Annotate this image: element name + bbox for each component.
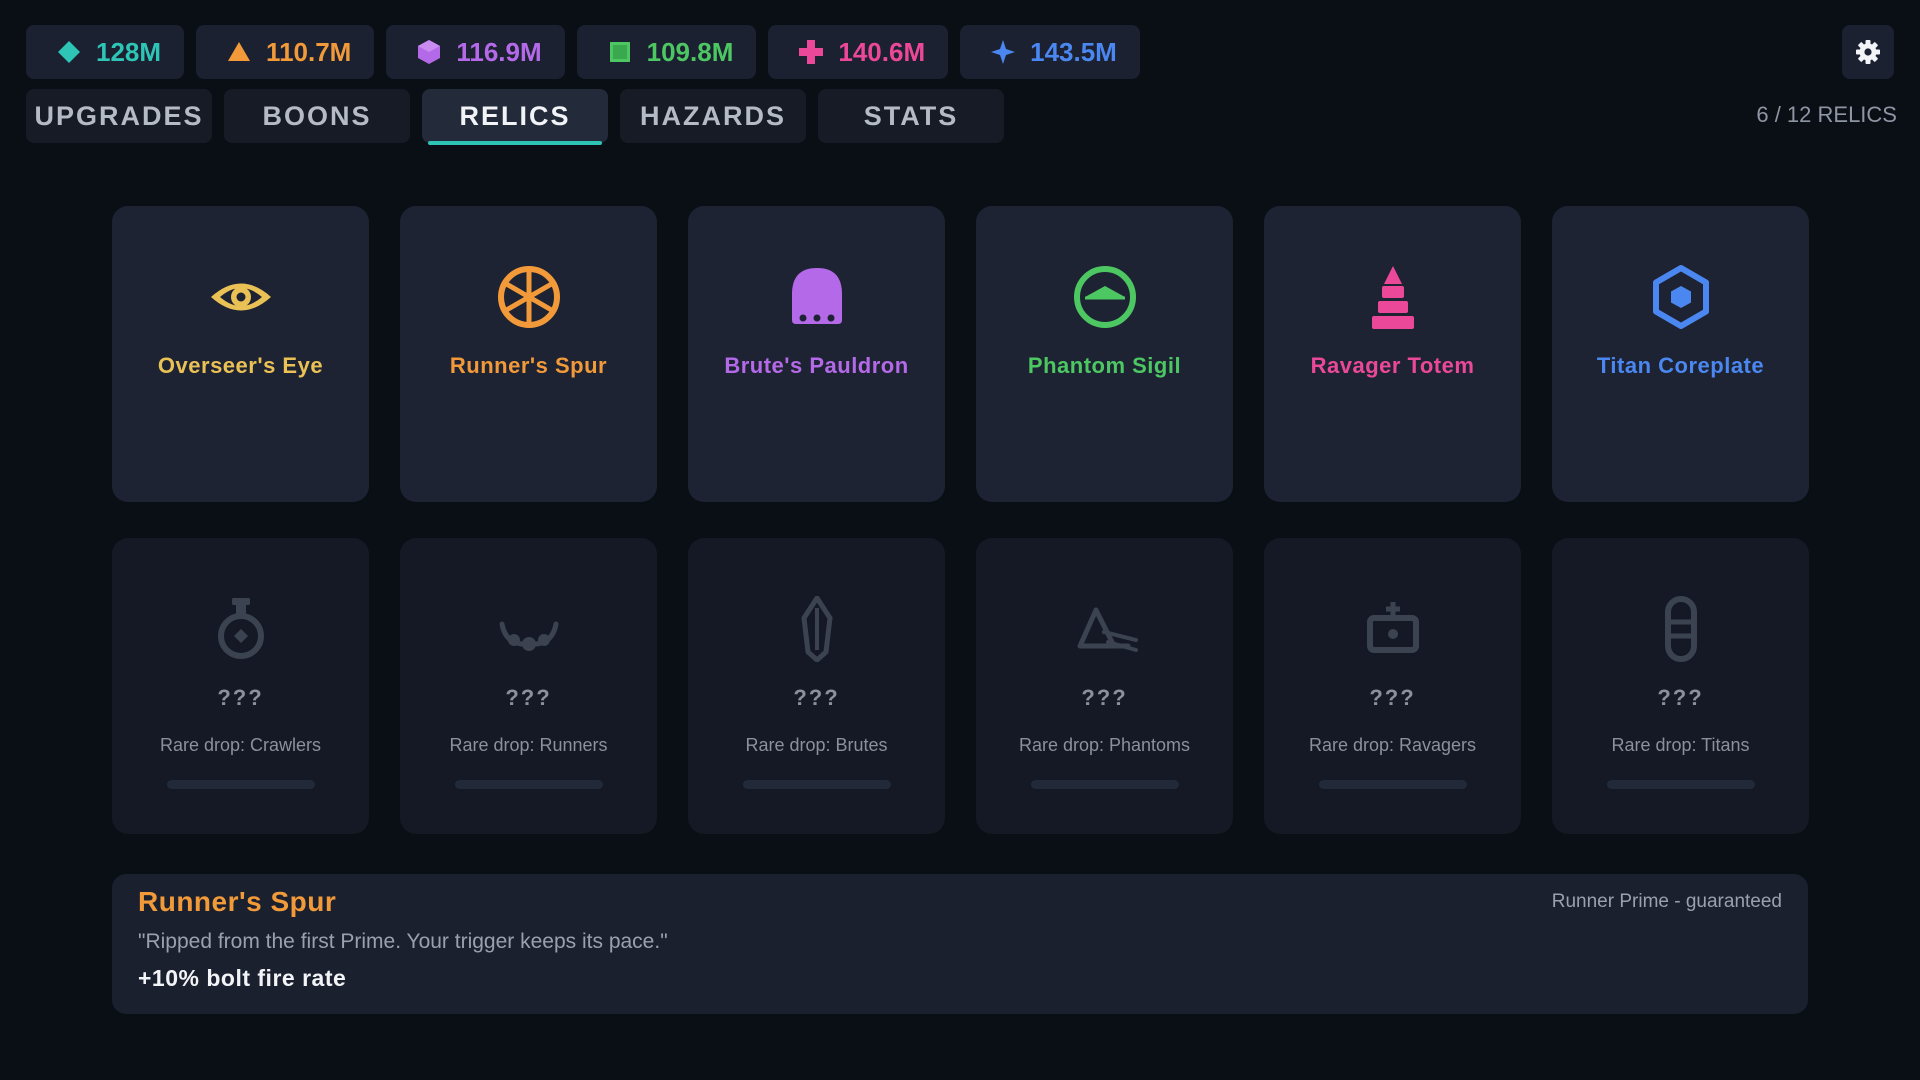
compass-icon — [1072, 596, 1138, 662]
blue-star-icon — [990, 39, 1016, 65]
progress-bar — [454, 780, 603, 789]
relic-hint: Rare drop: Titans — [1611, 735, 1750, 755]
relic-card-overseers-eye[interactable]: Overseer's Eye — [112, 206, 369, 502]
hexagon-core-icon — [1648, 264, 1714, 330]
resource-value: 140.6M — [838, 36, 926, 67]
relic-card-ravager-totem[interactable]: Ravager Totem — [1264, 206, 1521, 502]
purple-hexagon-icon — [416, 39, 442, 65]
crystal-icon — [784, 595, 850, 663]
tab-bar: UPGRADES BOONS RELICS HAZARDS STATS — [26, 89, 1004, 145]
relic-card-locked-phantoms[interactable]: ??? Rare drop: Phantoms — [976, 538, 1233, 834]
capsule-icon — [1648, 596, 1714, 662]
tab-relics[interactable]: RELICS — [422, 89, 608, 145]
resource-purple: 116.9M — [386, 25, 565, 79]
progress-bar — [1318, 780, 1467, 789]
gear-icon — [1854, 38, 1882, 66]
relic-card-runners-spur[interactable]: Runner's Spur — [400, 206, 657, 502]
necklace-icon — [496, 596, 562, 662]
box-icon — [1360, 596, 1426, 662]
relic-name: Runner's Spur — [449, 353, 608, 378]
relic-name: ??? — [1657, 685, 1704, 710]
relic-hint: Rare drop: Crawlers — [159, 735, 322, 755]
resource-value: 116.9M — [456, 36, 542, 67]
relic-card-titan-coreplate[interactable]: Titan Coreplate — [1552, 206, 1809, 502]
orange-triangle-icon — [226, 39, 252, 65]
relic-card-locked-crawlers[interactable]: ??? Rare drop: Crawlers — [112, 538, 369, 834]
tab-hazards[interactable]: HAZARDS — [620, 89, 806, 143]
relic-hint: Rare drop: Phantoms — [1018, 735, 1191, 755]
relic-card-phantom-sigil[interactable]: Phantom Sigil — [976, 206, 1233, 502]
relic-name: Phantom Sigil — [1027, 353, 1182, 378]
tab-upgrades[interactable]: UPGRADES — [26, 89, 212, 143]
progress-bar — [1030, 780, 1179, 789]
pauldron-icon — [784, 264, 850, 330]
relic-name: ??? — [1369, 685, 1416, 710]
resource-bar: 128M 110.7M 116.9M 109.8M 140.6M 143.5M — [26, 25, 1140, 79]
relic-count: 6 / 12 RELICS — [1756, 102, 1897, 127]
settings-button[interactable] — [1842, 25, 1894, 79]
sigil-icon — [1072, 264, 1138, 330]
resource-green: 109.8M — [576, 25, 757, 79]
flask-icon — [208, 596, 274, 662]
detail-title: Runner's Spur — [138, 886, 337, 917]
resource-blue: 143.5M — [960, 25, 1140, 79]
detail-quote: "Ripped from the first Prime. Your trigg… — [138, 930, 668, 953]
relic-hint: Rare drop: Ravagers — [1308, 735, 1477, 755]
relic-name: Ravager Totem — [1310, 353, 1475, 378]
relic-hint: Rare drop: Brutes — [745, 735, 888, 755]
detail-effect: +10% bolt fire rate — [138, 965, 347, 991]
teal-diamond-icon — [56, 39, 82, 65]
resource-value: 128M — [96, 36, 162, 67]
relic-grid: Overseer's Eye Runner's Spur Brute's Pau… — [112, 206, 1809, 834]
pink-cross-icon — [798, 39, 824, 65]
relic-card-locked-brutes[interactable]: ??? Rare drop: Brutes — [688, 538, 945, 834]
progress-bar — [166, 780, 315, 789]
relic-card-brutes-pauldron[interactable]: Brute's Pauldron — [688, 206, 945, 502]
relic-card-locked-titans[interactable]: ??? Rare drop: Titans — [1552, 538, 1809, 834]
relic-name: Overseer's Eye — [157, 353, 324, 378]
relic-name: ??? — [793, 685, 840, 710]
relic-name: Titan Coreplate — [1596, 353, 1765, 378]
relic-name: ??? — [217, 685, 264, 710]
progress-bar — [1606, 780, 1755, 789]
tab-boons[interactable]: BOONS — [224, 89, 410, 143]
eye-icon — [208, 264, 274, 330]
resource-pink: 140.6M — [768, 25, 949, 79]
progress-bar — [742, 780, 891, 789]
resource-value: 109.8M — [646, 36, 734, 67]
resource-orange: 110.7M — [196, 25, 375, 79]
relic-name: ??? — [505, 685, 552, 710]
relic-card-locked-runners[interactable]: ??? Rare drop: Runners — [400, 538, 657, 834]
totem-icon — [1360, 264, 1426, 330]
green-square-icon — [607, 39, 633, 65]
tab-stats[interactable]: STATS — [818, 89, 1004, 143]
resource-value: 110.7M — [266, 36, 352, 67]
wheel-icon — [496, 264, 562, 330]
resource-value: 143.5M — [1030, 36, 1117, 67]
resource-teal: 128M — [26, 25, 185, 79]
relic-name: ??? — [1081, 685, 1128, 710]
relic-detail-panel: Runner's Spur Runner Prime - guaranteed … — [112, 874, 1808, 1014]
relic-name: Brute's Pauldron — [724, 353, 909, 378]
detail-source: Runner Prime - guaranteed — [1551, 891, 1782, 912]
relic-hint: Rare drop: Runners — [449, 735, 608, 755]
relic-card-locked-ravagers[interactable]: ??? Rare drop: Ravagers — [1264, 538, 1521, 834]
